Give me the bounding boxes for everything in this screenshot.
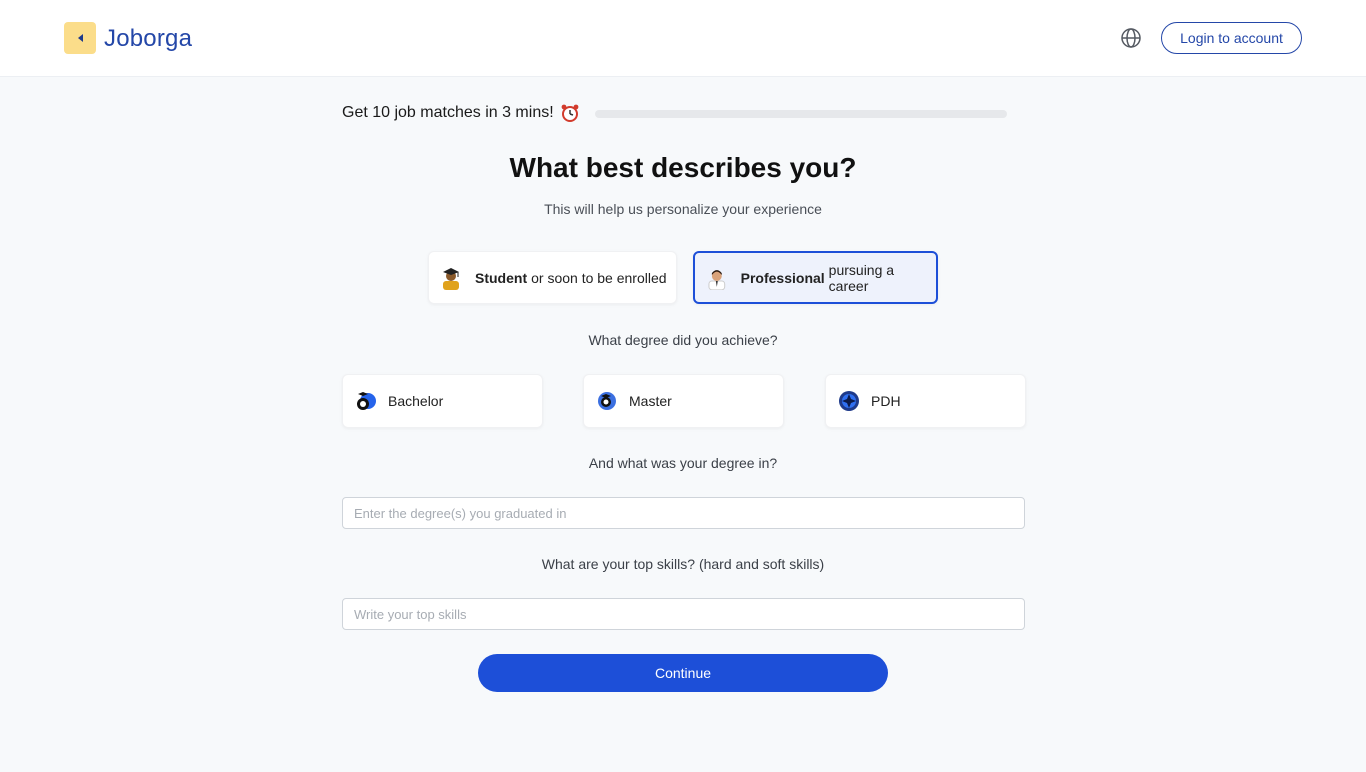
brand-name[interactable]: Joborga: [104, 25, 192, 53]
page-subtitle: This will help us personalize your exper…: [544, 201, 822, 217]
skills-input[interactable]: [342, 598, 1025, 630]
role-student-bold: Student: [475, 269, 528, 286]
student-avatar-icon: [443, 267, 459, 290]
degree-phd-label: PDH: [871, 393, 901, 409]
page-title: What best describes you?: [509, 152, 857, 183]
degree-master-label: Master: [629, 393, 672, 409]
continue-button[interactable]: Continue: [478, 654, 888, 692]
role-option-student[interactable]: Student or soon to be enrolled: [428, 251, 677, 304]
globe-icon[interactable]: [1120, 27, 1142, 49]
phd-icon: [839, 391, 859, 411]
top-header: Joborga Login to account: [0, 0, 1366, 77]
degree-question: What degree did you achieve?: [588, 332, 778, 348]
role-student-text: or soon to be enrolled: [531, 269, 667, 286]
degree-field-input[interactable]: [342, 497, 1025, 529]
logo[interactable]: [64, 22, 96, 54]
role-professional-bold: Professional: [740, 269, 825, 286]
degree-option-master[interactable]: Master: [583, 374, 784, 428]
degree-bachelor-label: Bachelor: [388, 393, 444, 409]
skills-question: What are your top skills? (hard and soft…: [541, 556, 825, 572]
play-reverse-icon: [76, 34, 83, 42]
degree-option-phd[interactable]: PDH: [825, 374, 1026, 428]
degree-option-bachelor[interactable]: Bachelor: [342, 374, 543, 428]
login-button[interactable]: Login to account: [1161, 22, 1302, 54]
degree-field-question: And what was your degree in?: [588, 455, 778, 471]
professional-avatar-icon: [708, 269, 726, 290]
progress-label-row: Get 10 job matches in 3 mins!: [342, 103, 580, 123]
master-icon: [598, 392, 616, 410]
role-professional-text: pursuing a career: [828, 261, 895, 294]
progress-label: Get 10 job matches in 3 mins!: [342, 104, 554, 121]
role-option-professional[interactable]: Professional pursuing a career: [693, 251, 938, 304]
alarm-clock-icon: [561, 104, 579, 122]
bachelor-icon: [357, 392, 376, 410]
progress-bar: [595, 110, 1007, 118]
